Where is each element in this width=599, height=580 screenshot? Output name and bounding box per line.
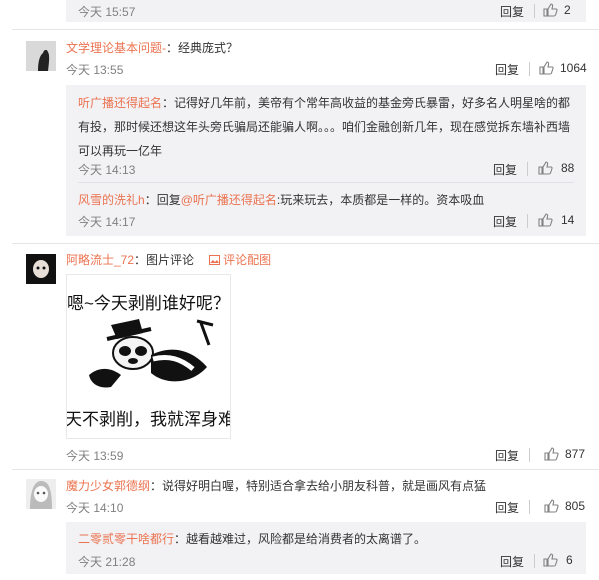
- comment-body: 阿略流士_72：图片评论 评论配图: [66, 251, 271, 268]
- username[interactable]: 风雪的洗礼h: [78, 193, 145, 207]
- username[interactable]: 听广播还得起名: [78, 96, 162, 110]
- comment-time: 今天 14:10: [66, 501, 124, 515]
- like-icon[interactable]: [542, 552, 558, 568]
- like-count: 14: [561, 213, 575, 227]
- avatar[interactable]: [26, 479, 56, 509]
- like-icon[interactable]: [543, 446, 559, 462]
- image-comment-link[interactable]: 评论配图: [208, 253, 272, 267]
- reply-button[interactable]: 回复: [493, 213, 517, 230]
- like-count: 877: [565, 447, 586, 461]
- sub-reply-block: 今天 15:57 回复 2: [66, 0, 586, 22]
- like-count: 88: [561, 161, 575, 175]
- divider: [12, 243, 599, 244]
- like-count: 2: [564, 3, 571, 17]
- like-icon[interactable]: [538, 60, 554, 76]
- comment-time: 今天 15:57: [78, 5, 136, 19]
- image-comment-label: 评论配图: [223, 253, 272, 267]
- like-icon[interactable]: [543, 498, 559, 514]
- comment-time: 今天 13:59: [66, 449, 124, 463]
- reply-button[interactable]: 回复: [495, 447, 519, 464]
- divider: [527, 162, 528, 176]
- comment-text: ：说得好明白喔，特别适合拿去给小朋友科普，就是画风有点猛: [150, 479, 487, 493]
- username[interactable]: 阿略流士_72: [66, 253, 134, 267]
- comment-body: 文学理论基本问题-：经典庞式？: [66, 39, 238, 56]
- sub-reply: 听广播还得起名：记得好几年前，美帝有个常年高收益的基金旁氏暴雷，好多名人明星啥的…: [78, 91, 574, 163]
- comment-time: 今天 21:28: [78, 555, 136, 569]
- reply-button[interactable]: 回复: [495, 499, 519, 516]
- username[interactable]: 二零贰零干啥都行: [78, 532, 174, 546]
- divider: [534, 4, 535, 18]
- comment-text: ：经典庞式？: [166, 41, 239, 55]
- divider: [12, 29, 599, 30]
- comment-time: 今天 13:55: [66, 63, 124, 77]
- comment-body: 魔力少女郭德纲：说得好明白喔，特别适合拿去给小朋友科普，就是画风有点猛: [66, 477, 486, 494]
- divider: [529, 448, 530, 462]
- divider: [534, 554, 535, 568]
- like-icon[interactable]: [537, 212, 553, 228]
- avatar[interactable]: [26, 254, 56, 284]
- comment-image[interactable]: 嗯~今天剥削谁好呢？ 天不剥削，我就浑身难: [66, 274, 231, 439]
- avatar[interactable]: [26, 41, 56, 71]
- divider: [529, 62, 530, 76]
- comment-time: 今天 14:13: [78, 163, 136, 177]
- sub-reply-block: 听广播还得起名：记得好几年前，美帝有个常年高收益的基金旁氏暴雷，好多名人明星啥的…: [66, 85, 586, 236]
- panda-meme-icon: [81, 315, 221, 399]
- comment-text: :玩来玩去，本质都是一样的。资本吸血: [276, 193, 485, 207]
- reply-button[interactable]: 回复: [500, 553, 524, 570]
- like-count: 1064: [560, 61, 587, 75]
- image-icon: [208, 255, 220, 265]
- username[interactable]: 魔力少女郭德纲: [66, 479, 150, 493]
- comment-text: ：越看越难过，风险都是给消费者的太离谱了。: [174, 532, 427, 546]
- comment-text: ：图片评论: [134, 253, 195, 267]
- mention-link[interactable]: @听广播还得起名: [181, 193, 277, 207]
- like-count: 805: [565, 499, 586, 513]
- comment-text: ：回复: [144, 193, 181, 207]
- divider: [78, 182, 574, 183]
- like-count: 6: [566, 553, 573, 567]
- reply-button[interactable]: 回复: [495, 61, 519, 78]
- divider: [527, 214, 528, 228]
- image-caption: 嗯~今天剥削谁好呢？: [67, 294, 230, 313]
- sub-reply-block: 二零贰零干啥都行：越看越难过，风险都是给消费者的太离谱了。 今天 21:28 回…: [66, 522, 586, 574]
- sub-reply: 二零贰零干啥都行：越看越难过，风险都是给消费者的太离谱了。: [78, 530, 426, 547]
- reply-button[interactable]: 回复: [493, 161, 517, 178]
- username[interactable]: 文学理论基本问题-: [66, 41, 166, 55]
- image-caption: 天不剥削，我就浑身难: [66, 410, 231, 429]
- comment-time: 今天 14:17: [78, 215, 136, 229]
- like-icon[interactable]: [542, 2, 558, 18]
- like-icon[interactable]: [537, 160, 553, 176]
- divider: [12, 469, 599, 470]
- reply-button[interactable]: 回复: [500, 3, 524, 20]
- divider: [529, 500, 530, 514]
- sub-reply: 风雪的洗礼h：回复@听广播还得起名:玩来玩去，本质都是一样的。资本吸血: [78, 191, 484, 208]
